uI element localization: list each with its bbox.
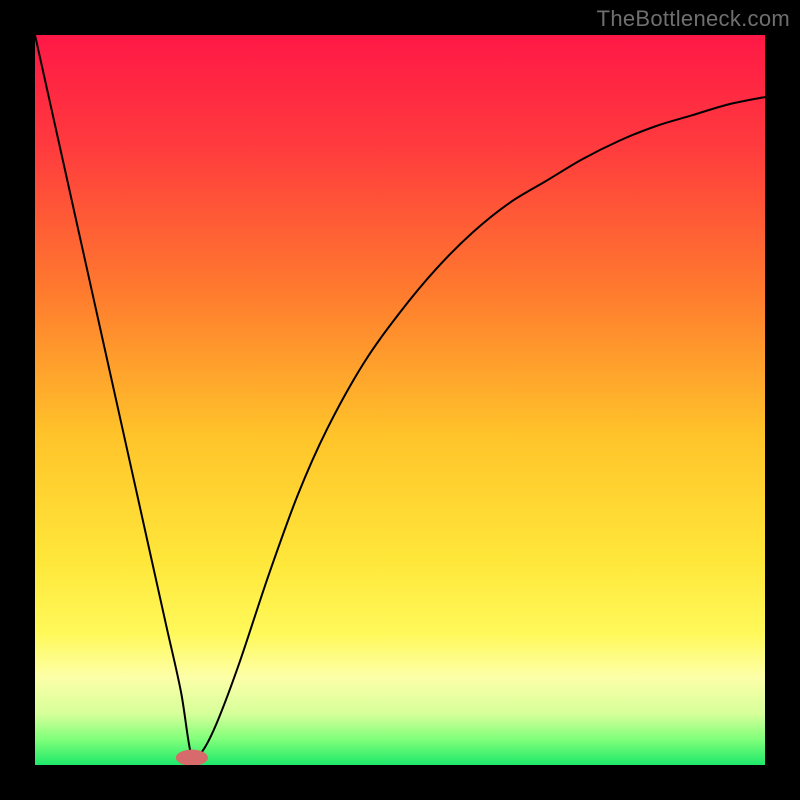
watermark-text: TheBottleneck.com [597, 6, 790, 32]
plot-svg [35, 35, 765, 765]
plot-area [35, 35, 765, 765]
optimal-marker [176, 750, 208, 765]
gradient-background [35, 35, 765, 765]
chart-frame: TheBottleneck.com [0, 0, 800, 800]
